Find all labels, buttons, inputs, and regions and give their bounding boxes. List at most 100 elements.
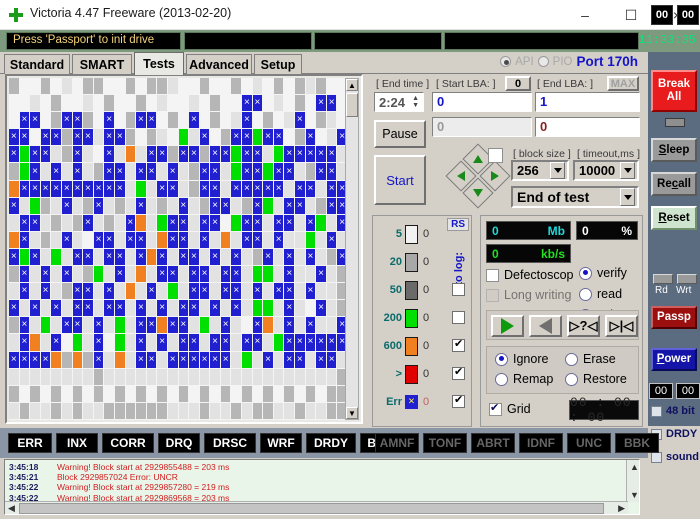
block-cell[interactable] [9,266,20,283]
block-cell[interactable] [41,215,52,232]
block-cell[interactable] [253,369,264,386]
block-cell[interactable] [104,146,115,163]
radio-icon[interactable] [579,288,592,301]
block-cell[interactable] [30,181,41,198]
seek-butterfly-icon[interactable]: ▷|◁ [605,315,638,337]
block-cell[interactable] [104,163,115,180]
block-cell[interactable] [221,317,232,334]
block-cell[interactable] [62,181,73,198]
block-cell[interactable] [73,334,84,351]
block-cell[interactable] [253,146,264,163]
block-cell[interactable] [168,112,179,129]
block-cell[interactable] [306,334,317,351]
block-cell[interactable] [168,334,179,351]
block-cell[interactable] [83,163,94,180]
block-cell[interactable] [30,95,41,112]
legend-log-checkbox[interactable] [452,339,465,352]
block-cell[interactable] [274,215,285,232]
block-cell[interactable] [115,112,126,129]
block-cell[interactable] [9,198,20,215]
block-cell[interactable] [253,78,264,95]
block-cell[interactable] [157,317,168,334]
block-cell[interactable] [83,300,94,317]
block-cell[interactable] [189,146,200,163]
block-cell[interactable] [327,95,338,112]
block-cell[interactable] [253,283,264,300]
block-cell[interactable] [274,386,285,403]
block-cell[interactable] [284,317,295,334]
block-cell[interactable] [231,386,242,403]
block-cell[interactable] [51,334,62,351]
block-cell[interactable] [157,232,168,249]
block-cell[interactable] [179,283,190,300]
block-cell[interactable] [189,283,200,300]
block-cell[interactable] [83,386,94,403]
block-cell[interactable] [168,283,179,300]
block-cell[interactable] [9,215,20,232]
block-cell[interactable] [73,232,84,249]
block-cell[interactable] [126,300,137,317]
block-cell[interactable] [73,386,84,403]
flag-wrf[interactable]: WRF [260,433,302,453]
block-cell[interactable] [157,352,168,369]
block-cell[interactable] [200,249,211,266]
block-cell[interactable] [231,352,242,369]
block-cell[interactable] [157,283,168,300]
block-cell[interactable] [136,198,147,215]
block-cell[interactable] [274,249,285,266]
block-cell[interactable] [73,78,84,95]
block-cell[interactable] [274,232,285,249]
block-cell[interactable] [263,215,274,232]
block-cell[interactable] [20,181,31,198]
block-map-scrollbar[interactable]: ▲ ▼ [345,78,359,420]
block-cell[interactable] [210,232,221,249]
block-cell[interactable] [284,163,295,180]
block-cell[interactable] [62,95,73,112]
block-cell[interactable] [126,95,137,112]
block-cell[interactable] [126,215,137,232]
block-cell[interactable] [200,95,211,112]
block-cell[interactable] [147,129,158,146]
block-cell[interactable] [253,129,264,146]
block-cell[interactable] [253,232,264,249]
block-cell[interactable] [168,300,179,317]
block-cell[interactable] [231,334,242,351]
tab-tests[interactable]: Tests [134,52,184,75]
block-cell[interactable] [9,249,20,266]
block-cell[interactable] [189,352,200,369]
block-cell[interactable] [83,334,94,351]
block-cell[interactable] [253,198,264,215]
block-cell[interactable] [83,78,94,95]
block-cell[interactable] [327,163,338,180]
checkbox-icon[interactable] [651,406,662,417]
block-cell[interactable] [136,78,147,95]
block-cell[interactable] [221,352,232,369]
block-cell[interactable] [104,403,115,420]
block-cell[interactable] [115,181,126,198]
block-cell[interactable] [115,78,126,95]
block-cell[interactable] [274,95,285,112]
block-cell[interactable] [316,95,327,112]
block-cell[interactable] [210,95,221,112]
block-cell[interactable] [41,334,52,351]
block-cell[interactable] [83,232,94,249]
end-action-select[interactable]: End of test [511,186,639,208]
block-cell[interactable] [179,369,190,386]
block-cell[interactable] [104,78,115,95]
block-cell[interactable] [316,146,327,163]
block-cell[interactable] [306,403,317,420]
block-cell[interactable] [157,129,168,146]
block-cell[interactable] [231,215,242,232]
block-cell[interactable] [104,129,115,146]
scroll-down-icon[interactable]: ▼ [346,407,358,419]
block-cell[interactable] [316,352,327,369]
block-cell[interactable] [200,198,211,215]
block-cell[interactable] [253,317,264,334]
block-cell[interactable] [147,232,158,249]
block-cell[interactable] [306,386,317,403]
block-cell[interactable] [157,95,168,112]
block-cell[interactable] [306,163,317,180]
block-cell[interactable] [179,266,190,283]
block-cell[interactable] [221,232,232,249]
block-cell[interactable] [253,215,264,232]
